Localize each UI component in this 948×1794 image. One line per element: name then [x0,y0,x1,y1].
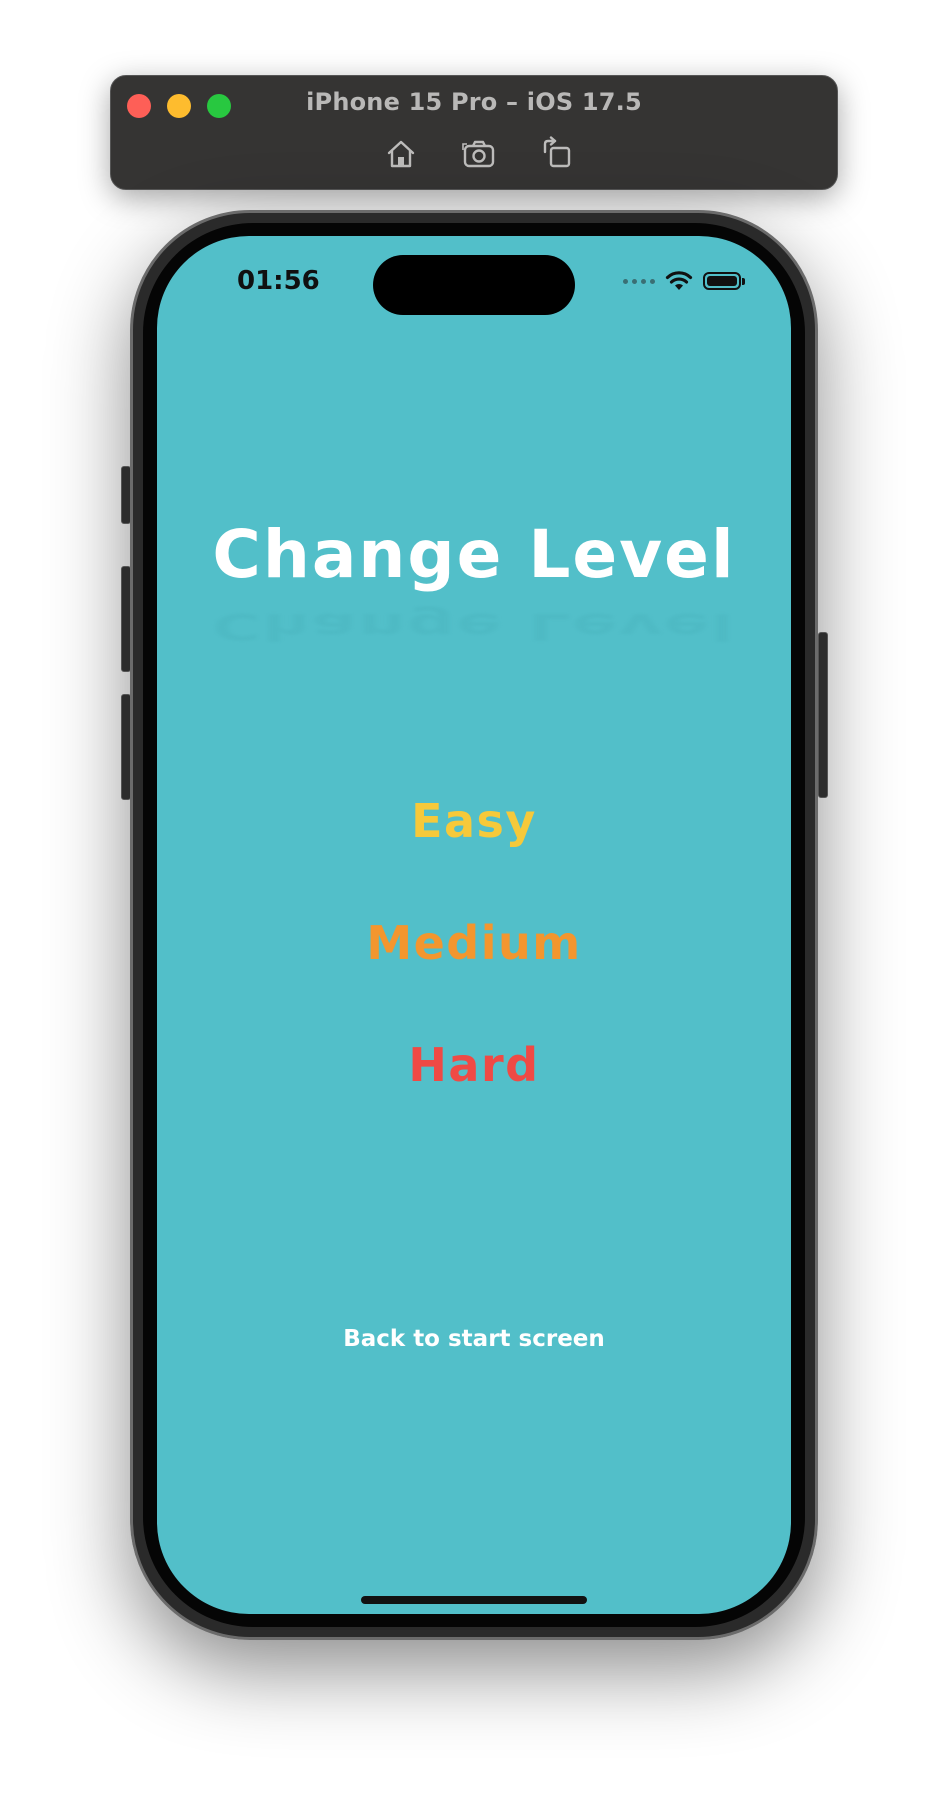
hard-level-button[interactable]: Hard [157,1038,791,1092]
medium-level-button[interactable]: Medium [157,916,791,970]
power-button[interactable] [818,632,828,798]
page-title: Change Level [212,516,736,593]
home-indicator[interactable] [361,1596,587,1604]
easy-level-button[interactable]: Easy [157,794,791,848]
camera-icon[interactable] [461,136,497,172]
app-screen: 01:56 Change Level Change Level Easy Med… [157,236,791,1614]
title-reflection: Change Level [212,605,736,648]
home-icon[interactable] [383,136,419,172]
rotate-icon[interactable] [539,136,575,172]
back-to-start-button[interactable]: Back to start screen [157,1326,791,1352]
status-time: 01:56 [237,266,320,296]
status-icons [623,266,745,296]
dynamic-island [373,255,575,315]
simulator-title-bar: iPhone 15 Pro – iOS 17.5 [110,75,838,190]
simulator-toolbar [111,136,837,172]
battery-icon [703,272,745,290]
wifi-icon [665,271,693,290]
simulator-title: iPhone 15 Pro – iOS 17.5 [306,88,642,116]
cellular-signal-icon [623,278,655,284]
simulator-stage: iPhone 15 Pro – iOS 17.5 01:56 Change Le… [0,0,948,1794]
